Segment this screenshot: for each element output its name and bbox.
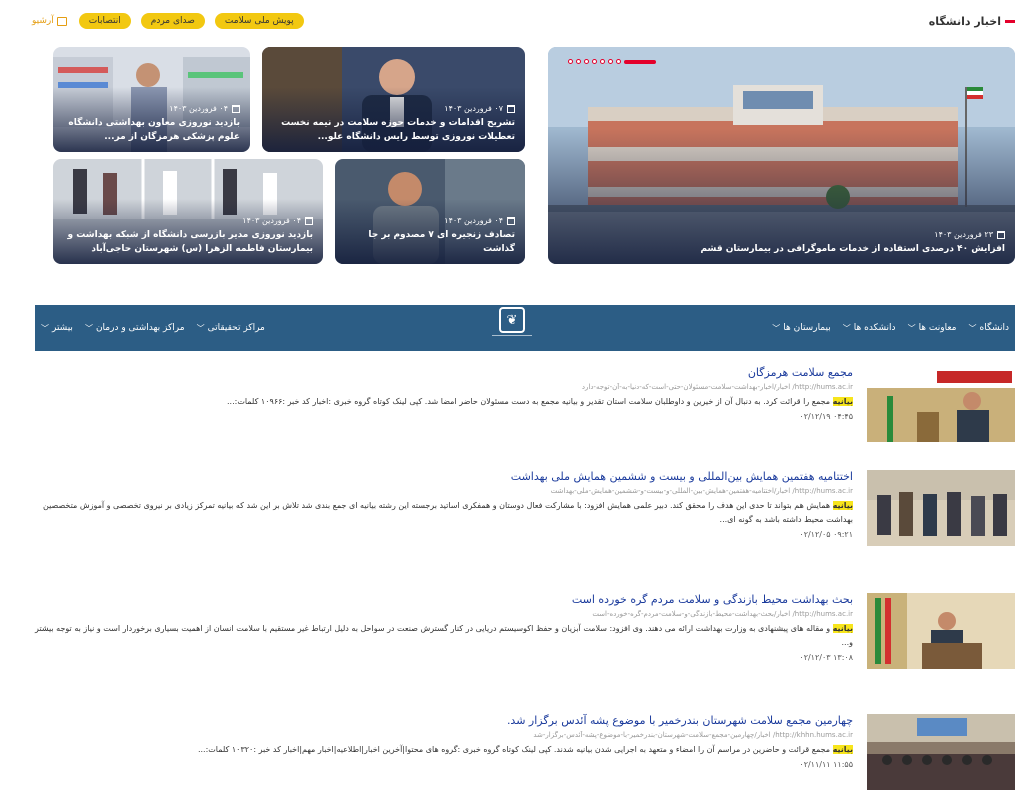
nav-item-faculties[interactable]: دانشکده ها ﹀ bbox=[843, 323, 896, 334]
result-snippet: بیانیه همایش هم بتواند تا حدی این هدف را… bbox=[43, 501, 853, 524]
news-card-headline[interactable]: بازدید نوروزی مدیر بازرسی دانشگاه از شبک… bbox=[63, 228, 313, 256]
nav-item-hospitals[interactable]: بیمارستان ها ﹀ bbox=[772, 323, 830, 334]
chevron-down-icon: ﹀ bbox=[842, 323, 851, 333]
tag-appointments[interactable]: انتصابات bbox=[78, 13, 131, 29]
news-card[interactable]: ۰۴ فروردین ۱۴۰۳ بازدید نوروزی مدیر بازرس… bbox=[53, 159, 323, 264]
tag-row: آرشیو انتصابات صدای مردم پویش ملی سلامت bbox=[30, 13, 304, 29]
highlighted-term: بیانیه bbox=[832, 745, 853, 754]
highlighted-term: بیانیه bbox=[832, 624, 853, 633]
result-title-link[interactable]: اختتامیه هفتمین همایش بین‌المللی و بیست … bbox=[35, 470, 853, 483]
carousel-dot[interactable] bbox=[616, 59, 621, 64]
result-snippet: بیانیه مجمع را قرائت کرد. به دنبال آن از… bbox=[227, 397, 853, 406]
result-date: ۰۴:۴۵ ۰۲/۱۲/۱۹ bbox=[799, 412, 853, 421]
main-news-card[interactable]: ۲۳ فروردین ۱۴۰۳ افزایش ۴۰ درصدی استفاده … bbox=[548, 47, 1015, 264]
nav-right-group: دانشگاه ﹀ معاونت ها ﹀ دانشکده ها ﹀ بیمارستا… bbox=[772, 323, 1009, 334]
carousel-dot[interactable] bbox=[592, 59, 597, 64]
calendar-icon bbox=[232, 104, 240, 113]
news-card-headline[interactable]: بازدید نوروزی معاون بهداشتی دانشگاه علوم… bbox=[63, 116, 240, 144]
search-result: مجمع سلامت هرمزگان http://hums.ac.ir/ اخ… bbox=[35, 366, 1015, 456]
result-snippet: بیانیه و مقاله های پیشنهادی به وزارت بهد… bbox=[35, 624, 853, 647]
chevron-down-icon: ﹀ bbox=[84, 323, 93, 333]
result-date: ۱۳:۰۸ ۰۲/۱۲/۰۳ bbox=[799, 653, 853, 662]
result-snippet: بیانیه مجمع قرائت و حاضرین در مراسم آن ر… bbox=[197, 745, 853, 754]
main-news-headline[interactable]: افزایش ۴۰ درصدی استفاده از خدمات ماموگرا… bbox=[558, 242, 1006, 256]
calendar-icon bbox=[507, 104, 515, 113]
archive-icon bbox=[56, 16, 67, 26]
search-result: چهارمین مجمع سلامت شهرستان بندرخمیر با م… bbox=[35, 714, 1015, 793]
highlighted-term: بیانیه bbox=[832, 501, 853, 510]
news-section-title: اخبار دانشگاه bbox=[929, 15, 1015, 28]
nav-item-university[interactable]: دانشگاه ﹀ bbox=[969, 323, 1009, 334]
carousel-dot[interactable] bbox=[600, 59, 605, 64]
result-url: http://hums.ac.ir/ اخبار/اخبار-بهداشت-سل… bbox=[581, 383, 853, 391]
result-thumbnail[interactable] bbox=[867, 593, 1015, 669]
highlighted-term: بیانیه bbox=[832, 397, 853, 406]
chevron-down-icon: ﹀ bbox=[772, 323, 781, 333]
chevron-down-icon: ﹀ bbox=[41, 323, 49, 333]
result-thumbnail[interactable] bbox=[867, 470, 1015, 546]
news-card[interactable]: ۰۷ فروردین ۱۴۰۳ تشریح اقدامات و خدمات حو… bbox=[262, 47, 525, 152]
chevron-down-icon: ﹀ bbox=[196, 323, 205, 333]
calendar-icon bbox=[305, 216, 313, 225]
nav-item-deputies[interactable]: معاونت ها ﹀ bbox=[908, 323, 957, 334]
tag-peoples-voice[interactable]: صدای مردم bbox=[140, 13, 205, 29]
news-card-headline[interactable]: تصادف زنجیره ای ۷ مصدوم بر جا گذاشت bbox=[345, 228, 515, 256]
result-url: http://khhn.hums.ac.ir/ اخبار/چهارمین-مج… bbox=[533, 731, 853, 739]
carousel-dot[interactable] bbox=[576, 59, 581, 64]
tag-health-campaign[interactable]: پویش ملی سلامت bbox=[214, 13, 304, 29]
result-date: ۰۹:۲۱ ۰۲/۱۲/۰۵ bbox=[799, 530, 853, 539]
result-date: ۱۱:۵۵ ۰۲/۱۱/۱۱ bbox=[799, 760, 853, 769]
news-card[interactable]: ۰۴ فروردین ۱۴۰۳ تصادف زنجیره ای ۷ مصدوم … bbox=[335, 159, 525, 264]
news-card-headline[interactable]: تشریح اقدامات و خدمات حوزه سلامت در نیمه… bbox=[272, 116, 515, 144]
calendar-icon bbox=[507, 216, 515, 225]
carousel-dot-active[interactable] bbox=[624, 59, 656, 64]
chevron-down-icon: ﹀ bbox=[907, 323, 916, 333]
search-result: اختتامیه هفتمین همایش بین‌المللی و بیست … bbox=[35, 470, 1015, 575]
nav-item-more[interactable]: بیشتر ﹀ bbox=[41, 323, 73, 334]
news-card[interactable]: ۰۴ فروردین ۱۴۰۳ بازدید نوروزی معاون بهدا… bbox=[53, 47, 250, 152]
result-title-link[interactable]: چهارمین مجمع سلامت شهرستان بندرخمیر با م… bbox=[35, 714, 853, 727]
result-title-link[interactable]: مجمع سلامت هرمزگان bbox=[35, 366, 853, 379]
result-thumbnail[interactable] bbox=[867, 366, 1015, 442]
news-header: اخبار دانشگاه آرشیو انتصابات صدای مردم پ… bbox=[30, 8, 1015, 34]
result-title-link[interactable]: بحث بهداشت محیط بازندگی و سلامت مردم گره… bbox=[35, 593, 853, 606]
logo-emblem-icon: ❦ bbox=[499, 307, 525, 333]
result-url: http://hums.ac.ir/ اخبار/بحث-بهداشت-محیط… bbox=[592, 610, 853, 618]
title-accent-bar bbox=[1005, 19, 1015, 23]
calendar-icon bbox=[997, 230, 1005, 239]
carousel-dot[interactable] bbox=[568, 59, 573, 64]
carousel-dots[interactable] bbox=[568, 59, 656, 64]
result-thumbnail[interactable] bbox=[867, 714, 1015, 790]
carousel-dot[interactable] bbox=[608, 59, 613, 64]
nav-item-health-centers[interactable]: مراکز بهداشتی و درمان ﹀ bbox=[85, 323, 185, 334]
carousel-dot[interactable] bbox=[584, 59, 589, 64]
result-url: http://hums.ac.ir/ اخبار/اختتامیه-هفتمین… bbox=[550, 487, 853, 495]
archive-link[interactable]: آرشیو bbox=[30, 13, 69, 29]
nav-item-research-centers[interactable]: مراکز تحقیقاتی ﹀ bbox=[197, 323, 265, 334]
nav-left-group: مراکز تحقیقاتی ﹀ مراکز بهداشتی و درمان ﹀ ب… bbox=[41, 323, 265, 334]
main-navbar: دانشگاه ﹀ معاونت ها ﹀ دانشکده ها ﹀ بیمارستا… bbox=[35, 305, 1015, 351]
chevron-down-icon: ﹀ bbox=[968, 323, 977, 333]
search-result: بحث بهداشت محیط بازندگی و سلامت مردم گره… bbox=[35, 593, 1015, 698]
university-logo[interactable]: ❦ bbox=[490, 307, 534, 349]
